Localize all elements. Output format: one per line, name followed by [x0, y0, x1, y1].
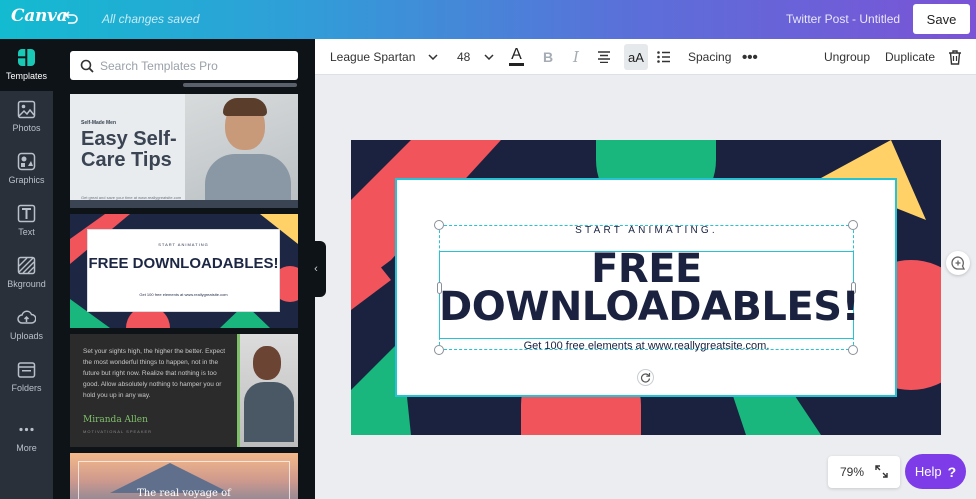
duplicate-button[interactable]: Duplicate [885, 39, 935, 75]
panel-scrollbar[interactable] [183, 83, 297, 87]
more-icon [19, 427, 34, 432]
font-family-select[interactable]: League Spartan [330, 39, 415, 75]
uploads-icon [17, 310, 36, 324]
rail-label: Bkground [7, 279, 46, 289]
text-color-swatch [509, 63, 524, 66]
template-search[interactable] [70, 51, 298, 80]
woman-photo [237, 334, 298, 447]
template-card-self-care[interactable]: Self-Made Men Easy Self-Care Tips Get gr… [70, 94, 298, 208]
text-color-icon: A [511, 46, 522, 63]
templates-panel: Self-Made Men Easy Self-Care Tips Get gr… [53, 39, 315, 499]
spacing-button[interactable]: Spacing [688, 39, 731, 75]
bold-button[interactable]: B [543, 39, 553, 75]
template-card-inner: START ANIMATING FREE DOWNLOADABLES! Get … [87, 229, 280, 312]
chevron-down-icon[interactable] [484, 39, 494, 75]
letter-case-button[interactable]: aA [624, 44, 648, 70]
photos-icon [17, 100, 36, 119]
template-bar [70, 200, 298, 208]
zoom-control[interactable]: 79% [828, 456, 900, 488]
templates-icon [18, 49, 35, 66]
chevron-down-icon[interactable] [428, 39, 438, 75]
rail-item-text[interactable]: Text [0, 195, 53, 247]
rail-label: Photos [12, 123, 41, 133]
graphics-icon [17, 152, 36, 171]
template-title: FREE DOWNLOADABLES! [88, 255, 279, 272]
rail-label: Uploads [9, 331, 44, 341]
background-icon [17, 256, 36, 275]
text-color-button[interactable]: A [509, 39, 524, 75]
align-center-icon[interactable] [597, 39, 611, 75]
undo-icon[interactable] [62, 9, 80, 27]
template-title: Easy Self-Care Tips [81, 128, 177, 171]
rail-item-photos[interactable]: Photos [0, 91, 53, 143]
rail-label: Graphics [8, 175, 45, 185]
template-name: Miranda Allen [83, 415, 148, 425]
rail-item-templates[interactable]: Templates [0, 39, 53, 91]
design-kicker[interactable]: START ANIMATING. [439, 225, 854, 236]
template-body: Set your sights high, the higher the bet… [83, 348, 226, 399]
search-icon [80, 59, 94, 73]
expand-icon[interactable] [875, 465, 888, 478]
rotate-icon[interactable] [637, 369, 654, 386]
zoom-level: 79% [840, 465, 865, 479]
template-title: The real voyage of [137, 488, 231, 499]
collapse-panel-button[interactable]: ‹ [306, 241, 326, 297]
template-kicker: Self-Made Men [81, 120, 117, 126]
rail-item-graphics[interactable]: Graphics [0, 143, 53, 195]
save-button[interactable]: Save [913, 4, 970, 34]
headline-line-2: DOWNLOADABLES! [439, 284, 860, 330]
add-comment-icon[interactable] [946, 251, 970, 275]
italic-button[interactable]: I [573, 39, 579, 75]
help-button[interactable]: Help? [905, 454, 966, 489]
design-headline[interactable]: FREE DOWNLOADABLES! [439, 246, 860, 330]
man-photo [185, 94, 298, 208]
template-role: MOTIVATIONAL SPEAKER [83, 429, 153, 434]
design-subtitle[interactable]: Get 100 free elements at www.reallygreat… [439, 340, 854, 352]
rail-item-more[interactable]: More [0, 411, 53, 463]
rail-label: More [16, 443, 37, 453]
ungroup-button[interactable]: Ungroup [824, 39, 870, 75]
rail-item-uploads[interactable]: Uploads [0, 299, 53, 351]
font-size-select[interactable]: 48 [457, 39, 470, 75]
trash-icon[interactable] [948, 39, 962, 75]
search-input[interactable] [100, 58, 290, 73]
rail-label: Text [18, 227, 35, 237]
text-icon [17, 204, 36, 223]
headline-line-1: FREE [591, 246, 702, 292]
rail-label: Folders [11, 383, 42, 393]
help-label: Help [914, 464, 942, 479]
list-icon[interactable] [657, 39, 671, 75]
rail-item-folders[interactable]: Folders [0, 351, 53, 403]
template-card-voyage[interactable]: The real voyage of [70, 453, 298, 499]
editor-toolbar: League Spartan 48 A B I aA Spacing ••• U… [315, 39, 976, 75]
template-sub: Get 100 free elements at www.reallygreat… [139, 292, 228, 297]
template-card-free-downloadables[interactable]: START ANIMATING FREE DOWNLOADABLES! Get … [70, 214, 298, 328]
template-kicker: START ANIMATING [158, 242, 209, 247]
top-bar: Canva All changes saved Twitter Post - U… [0, 0, 976, 39]
chevron-left-icon: ‹ [314, 263, 318, 275]
canva-logo[interactable]: Canva [11, 6, 68, 26]
template-card-quote[interactable]: Set your sights high, the higher the bet… [70, 334, 298, 447]
side-rail: Templates Photos Graphics Text Bkground … [0, 39, 53, 499]
help-mark: ? [947, 463, 957, 480]
rail-label: Templates [5, 71, 48, 81]
rail-item-background[interactable]: Bkground [0, 247, 53, 299]
folders-icon [17, 362, 36, 378]
document-title[interactable]: Twitter Post - Untitled [786, 12, 900, 26]
more-options-button[interactable]: ••• [742, 39, 758, 75]
save-status: All changes saved [102, 12, 200, 26]
